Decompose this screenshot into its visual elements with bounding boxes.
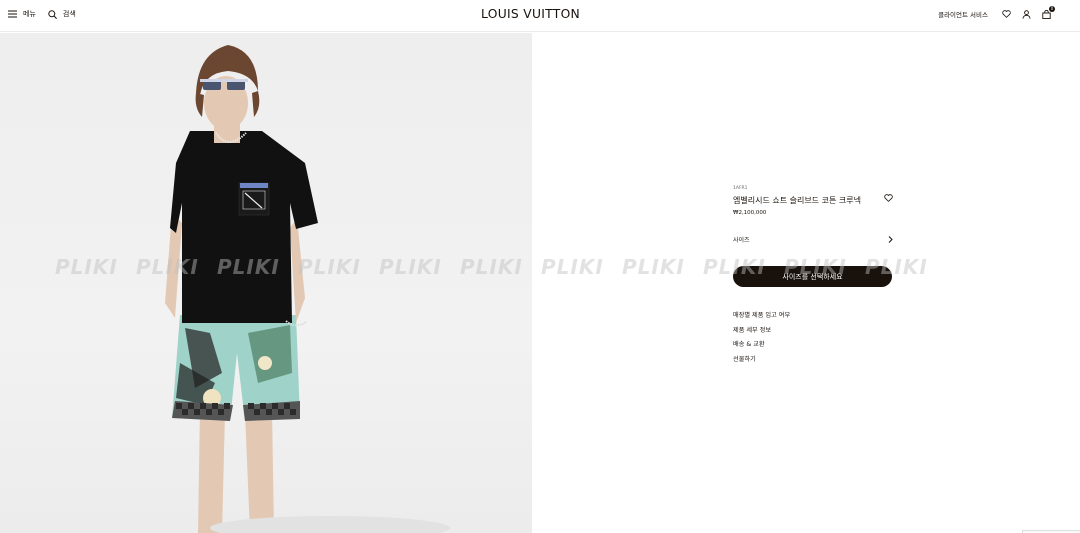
add-to-wishlist-button[interactable] <box>884 187 893 206</box>
product-details-link[interactable]: 제품 세부 정보 <box>733 325 790 340</box>
size-label: 사이즈 <box>733 237 750 244</box>
heart-icon <box>1001 10 1011 18</box>
size-selector[interactable]: 사이즈 <box>733 235 893 244</box>
menu-button[interactable]: 메뉴 <box>8 9 36 19</box>
cart-button[interactable]: 0 <box>1040 6 1055 20</box>
product-links: 매장별 제품 입고 여부 제품 세부 정보 배송 & 교환 선물하기 <box>733 310 790 368</box>
shipping-returns-link[interactable]: 배송 & 교환 <box>733 339 790 354</box>
heart-icon <box>884 194 893 202</box>
product-price: ₩2,100,000 <box>733 210 767 216</box>
brand-logo[interactable]: LOUIS VUITTON <box>481 7 583 21</box>
header-left: 메뉴 검색 <box>8 9 76 19</box>
product-image[interactable] <box>0 33 532 533</box>
menu-icon <box>8 10 17 18</box>
client-service-link[interactable]: 클라이언트 서비스 <box>938 9 988 19</box>
wishlist-button[interactable] <box>1000 8 1012 20</box>
cart-count-badge: 0 <box>1049 6 1055 12</box>
header-right: 클라이언트 서비스 0 <box>938 6 1055 20</box>
menu-label: 메뉴 <box>23 10 36 18</box>
gift-link[interactable]: 선물하기 <box>733 354 790 369</box>
product-reference: 1AFR1 <box>733 186 748 191</box>
user-icon <box>1022 9 1030 19</box>
account-button[interactable] <box>1020 8 1032 20</box>
product-name: 엠벨리시드 쇼트 슬리브드 코튼 크루넥 <box>733 196 861 205</box>
model-photo <box>165 45 450 533</box>
search-icon <box>48 9 57 19</box>
search-button[interactable]: 검색 <box>48 9 76 19</box>
store-availability-link[interactable]: 매장별 제품 입고 여부 <box>733 310 790 325</box>
site-header: 메뉴 검색 LOUIS VUITTON 클라이언트 서비스 0 <box>0 0 1080 32</box>
select-size-button[interactable]: 사이즈를 선택하세요 <box>733 266 892 287</box>
search-label: 검색 <box>62 10 76 18</box>
product-summary: 1AFR1 엠벨리시드 쇼트 슬리브드 코튼 크루넥 ₩2,100,000 <box>733 186 893 216</box>
chevron-right-icon <box>888 236 893 243</box>
